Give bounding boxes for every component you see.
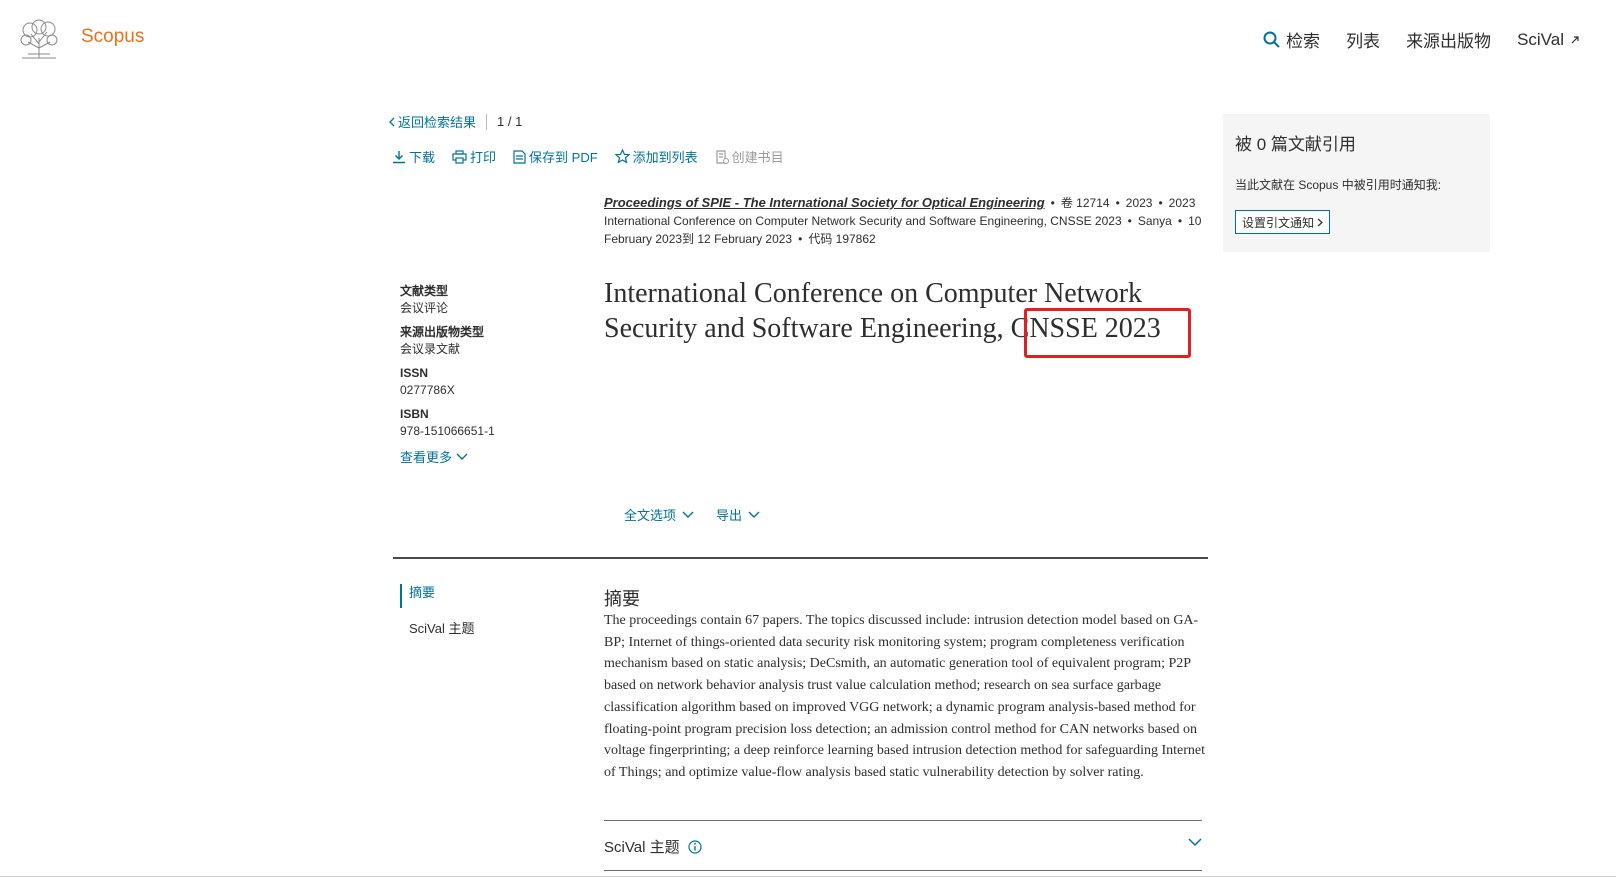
abstract-heading: 摘要 <box>604 589 640 609</box>
chevron-right-icon <box>1317 218 1323 226</box>
export-button[interactable]: 导出 <box>716 505 760 524</box>
abstract-text: The proceedings contain 67 papers. The t… <box>604 613 1206 780</box>
search-icon <box>1263 31 1280 48</box>
create-bibliography-button[interactable]: 创建书目 <box>715 147 784 166</box>
nav-search-label: 检索 <box>1286 32 1321 51</box>
year: 2023 <box>1125 196 1153 210</box>
chevron-down-icon <box>456 453 468 460</box>
volume: 卷 12714 <box>1060 196 1110 210</box>
isbn-value: 978-151066651-1 <box>400 424 495 438</box>
highlight-box <box>1024 308 1191 358</box>
back-row: 返回检索结果 1 / 1 <box>388 112 522 131</box>
info-icon[interactable] <box>687 839 702 854</box>
chevron-down-icon <box>748 511 760 518</box>
external-link-icon <box>1571 35 1579 43</box>
bibliography-icon <box>716 149 729 164</box>
show-more-button[interactable]: 查看更多 <box>400 447 560 466</box>
document-options: 全文选项 导出 <box>624 505 760 524</box>
nav-sources[interactable]: 来源出版物 <box>1406 27 1491 52</box>
fulltext-options-label: 全文选项 <box>624 508 677 523</box>
nav-lists[interactable]: 列表 <box>1346 27 1380 52</box>
cited-by-title: 被 0 篇文献引用 <box>1235 135 1356 154</box>
scopus-brand[interactable]: Scopus <box>81 26 144 48</box>
journal-link[interactable]: Proceedings of SPIE - The International … <box>604 195 1045 210</box>
add-to-list-label: 添加到列表 <box>632 150 698 165</box>
conference-code: 代码 197862 <box>808 232 876 246</box>
add-to-list-button[interactable]: 添加到列表 <box>614 147 698 166</box>
show-more-label: 查看更多 <box>400 450 453 465</box>
year-2: 2023 <box>1168 196 1196 210</box>
download-label: 下载 <box>409 150 436 165</box>
nav-scival-label: SciVal <box>1517 29 1564 49</box>
export-label: 导出 <box>716 508 743 523</box>
back-to-results-label: 返回检索结果 <box>398 115 477 130</box>
conference-location: Sanya <box>1137 214 1172 228</box>
section-nav: 摘要 SciVal 主题 <box>400 584 475 637</box>
back-to-results[interactable]: 返回检索结果 <box>388 112 476 131</box>
accordion-border-top <box>604 820 1202 821</box>
star-icon <box>614 149 630 164</box>
fulltext-options-button[interactable]: 全文选项 <box>624 505 694 524</box>
result-pager: 1 / 1 <box>497 114 523 129</box>
source-info: Proceedings of SPIE - The International … <box>604 195 1202 246</box>
conference-name: International Conference on Computer Net… <box>604 214 1122 228</box>
document-metadata: 文献类型 会议评论 来源出版物类型 会议录文献 ISSN 0277786X IS… <box>400 283 560 466</box>
nav-scival[interactable]: SciVal <box>1517 30 1580 50</box>
scival-topic-label: SciVal 主题 <box>604 839 680 856</box>
set-citation-alert-button[interactable]: 设置引文通知 <box>1235 210 1331 234</box>
top-navigation: 检索 列表 来源出版物 SciVal <box>1263 27 1580 52</box>
set-citation-alert-label: 设置引文通知 <box>1242 215 1315 230</box>
citation-alert-text: 当此文献在 Scopus 中被引用时通知我: <box>1235 178 1442 192</box>
chevron-down-icon <box>682 511 694 518</box>
section-divider <box>393 557 1208 559</box>
print-icon <box>452 149 467 164</box>
source-type-label: 来源出版物类型 <box>400 325 485 339</box>
nav-search[interactable]: 检索 <box>1263 27 1320 52</box>
scival-topic-accordion[interactable]: SciVal 主题 <box>604 836 1202 857</box>
save-pdf-icon <box>513 149 526 164</box>
save-pdf-label: 保存到 PDF <box>529 150 598 165</box>
document-toolbar: 下载 打印 保存到 PDF 添加到列表 创建书目 <box>392 147 784 166</box>
nav-abstract[interactable]: 摘要 <box>400 584 475 608</box>
print-button[interactable]: 打印 <box>452 147 496 166</box>
download-button[interactable]: 下载 <box>392 147 435 166</box>
elsevier-tree-logo[interactable] <box>16 18 62 60</box>
issn-value: 0277786X <box>400 383 455 397</box>
create-bibliography-label: 创建书目 <box>731 150 784 165</box>
chevron-down-icon[interactable] <box>1188 838 1202 847</box>
isbn-label: ISBN <box>400 407 429 421</box>
nav-scival-topic[interactable]: SciVal 主题 <box>400 618 475 637</box>
accordion-border-bottom <box>604 870 1202 871</box>
save-pdf-button[interactable]: 保存到 PDF <box>513 147 598 166</box>
doc-type-value: 会议评论 <box>400 301 449 315</box>
issn-label: ISSN <box>400 366 429 380</box>
source-type-value: 会议录文献 <box>400 342 461 356</box>
site-header: Scopus 检索 列表 来源出版物 SciVal <box>0 0 1616 80</box>
chevron-left-icon <box>389 117 395 126</box>
print-label: 打印 <box>470 150 497 165</box>
download-icon <box>393 150 405 163</box>
citations-panel: 被 0 篇文献引用 当此文献在 Scopus 中被引用时通知我: 设置引文通知 <box>1223 114 1490 252</box>
separator <box>486 113 488 130</box>
doc-type-label: 文献类型 <box>400 284 449 298</box>
